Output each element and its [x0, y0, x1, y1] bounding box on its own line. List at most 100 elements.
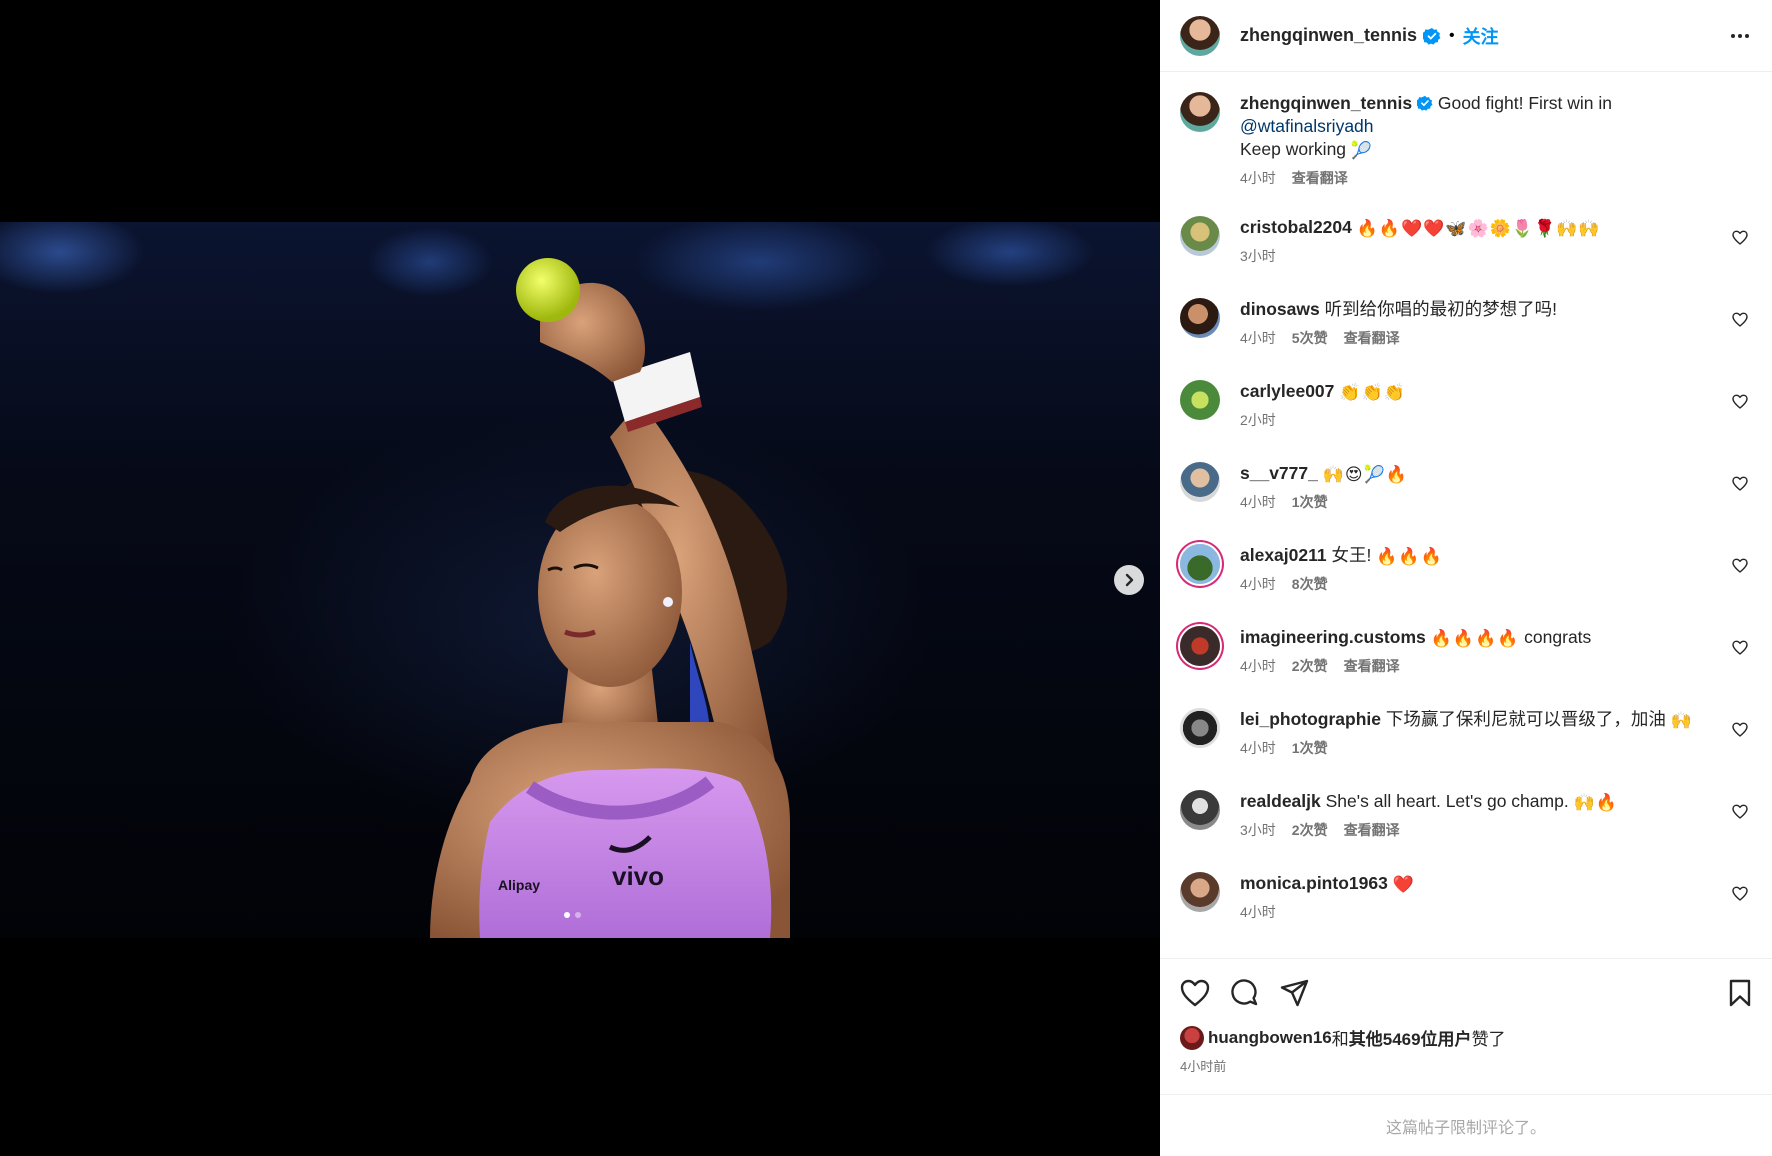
- sponsor-alipay-text: Alipay: [498, 877, 540, 893]
- comment-likes-count[interactable]: 2次赞: [1292, 819, 1328, 842]
- likes-connector: 和: [1331, 1030, 1349, 1049]
- translate-button[interactable]: 查看翻译: [1292, 167, 1348, 190]
- like-icon[interactable]: [1180, 979, 1210, 1007]
- carousel-dot: [575, 912, 581, 918]
- likes-suffix: 赞了: [1471, 1030, 1506, 1049]
- comment-row: alexaj0211 女王! 🔥🔥🔥 4小时 8次赞: [1180, 544, 1752, 600]
- comment-emoji: 🙌😍🎾🔥: [1322, 465, 1408, 484]
- comment-time: 3小时: [1240, 248, 1276, 264]
- comment-time: 3小时: [1240, 822, 1276, 838]
- carousel-indicator: [564, 912, 581, 918]
- sponsor-vivo-text: vivo: [612, 861, 664, 891]
- comment-like-icon[interactable]: [1732, 640, 1748, 661]
- comment-emoji: 🔥🔥🔥: [1376, 547, 1443, 566]
- commenter-username[interactable]: cristobal2204: [1240, 217, 1352, 237]
- tennis-player-illustration: vivo Alipay: [430, 258, 790, 938]
- post-actions: huangbowen16 和 其他5469位用户 赞了 4小时前: [1160, 958, 1772, 1094]
- comment-like-icon[interactable]: [1732, 312, 1748, 333]
- comment-like-icon[interactable]: [1732, 886, 1748, 907]
- commenter-username[interactable]: lei_photographie: [1240, 709, 1381, 729]
- commenter-username[interactable]: alexaj0211: [1240, 545, 1327, 565]
- comment-like-icon[interactable]: [1732, 804, 1748, 825]
- comment-likes-count[interactable]: 1次赞: [1292, 737, 1328, 760]
- comment-text: 下场赢了保利尼就可以晋级了，加油: [1385, 709, 1666, 729]
- caption-text: Good fight! First win in: [1437, 93, 1612, 113]
- comment-text: 女王!: [1331, 545, 1372, 565]
- comment-text-after: congrats: [1524, 627, 1592, 647]
- likes-summary: huangbowen16 和 其他5469位用户 赞了: [1180, 1025, 1752, 1050]
- follow-button[interactable]: 关注: [1463, 23, 1499, 49]
- comment-icon[interactable]: [1230, 978, 1260, 1008]
- commenter-avatar[interactable]: [1180, 872, 1220, 912]
- caption-mention-link[interactable]: @wtafinalsriyadh: [1240, 116, 1374, 136]
- commenter-username[interactable]: realdealjk: [1240, 791, 1321, 811]
- save-bookmark-icon[interactable]: [1728, 979, 1752, 1007]
- post-header: zhengqinwen_tennis • 关注: [1160, 0, 1772, 72]
- comment-time: 4小时: [1240, 904, 1276, 920]
- commenter-avatar[interactable]: [1180, 298, 1220, 338]
- likes-others-link[interactable]: 其他5469位用户: [1349, 1025, 1472, 1050]
- author-avatar[interactable]: [1180, 15, 1220, 56]
- commenter-avatar[interactable]: [1180, 790, 1220, 830]
- header-separator: •: [1449, 26, 1455, 44]
- comment-text: 听到给你唱的最初的梦想了吗!: [1324, 299, 1557, 319]
- comment-likes-count[interactable]: 1次赞: [1292, 491, 1328, 514]
- comment-emoji: ❤️: [1392, 875, 1415, 894]
- author-avatar-small[interactable]: [1180, 92, 1220, 132]
- comment-time: 4小时: [1240, 740, 1276, 756]
- caption-username[interactable]: zhengqinwen_tennis: [1240, 93, 1412, 113]
- commenter-username[interactable]: monica.pinto1963: [1240, 873, 1388, 893]
- comment-like-icon[interactable]: [1732, 476, 1748, 497]
- commenter-avatar[interactable]: [1180, 216, 1220, 256]
- comment-row: s__v777_ 🙌😍🎾🔥 4小时 1次赞: [1180, 462, 1752, 518]
- post-timestamp[interactable]: 4小时前: [1180, 1056, 1752, 1075]
- next-slide-button[interactable]: [1114, 565, 1144, 595]
- translate-button[interactable]: 查看翻译: [1344, 655, 1400, 678]
- comment-emoji: 🔥🔥❤️❤️🦋🌸🌼🌷🌹🙌🙌: [1356, 219, 1601, 238]
- comment-row: carlylee007 👏👏👏 2小时: [1180, 380, 1752, 436]
- comment-like-icon[interactable]: [1732, 722, 1748, 743]
- comment-likes-count[interactable]: 2次赞: [1292, 655, 1328, 678]
- commenter-avatar[interactable]: [1180, 708, 1220, 748]
- liker-username[interactable]: huangbowen16: [1208, 1028, 1332, 1048]
- post-photo[interactable]: vivo Alipay: [0, 222, 1160, 938]
- post-side-panel: zhengqinwen_tennis • 关注 zhengqinwen_tenn…: [1160, 0, 1772, 1156]
- translate-button[interactable]: 查看翻译: [1344, 819, 1400, 842]
- comment-row: cristobal2204 🔥🔥❤️❤️🦋🌸🌼🌷🌹🙌🙌 3小时: [1180, 216, 1752, 272]
- comment-like-icon[interactable]: [1732, 230, 1748, 251]
- caption-time: 4小时: [1240, 170, 1276, 186]
- commenter-avatar[interactable]: [1180, 462, 1220, 502]
- liker-avatar[interactable]: [1180, 1025, 1204, 1050]
- comments-restricted-notice: 这篇帖子限制评论了。: [1160, 1094, 1772, 1156]
- more-options-icon[interactable]: [1728, 24, 1752, 48]
- commenter-avatar[interactable]: [1180, 380, 1220, 420]
- comment-likes-count[interactable]: 5次赞: [1292, 327, 1328, 350]
- author-username[interactable]: zhengqinwen_tennis: [1240, 25, 1417, 46]
- comment-emoji: 🙌: [1670, 711, 1693, 730]
- comment-row: dinosaws 听到给你唱的最初的梦想了吗! 4小时 5次赞 查看翻译: [1180, 298, 1752, 354]
- comment-time: 4小时: [1240, 576, 1276, 592]
- commenter-username[interactable]: dinosaws: [1240, 299, 1320, 319]
- comment-time: 2小时: [1240, 412, 1276, 428]
- caption-text-line2: Keep working: [1240, 139, 1347, 159]
- tennis-ball: [516, 258, 580, 322]
- comment-time: 4小时: [1240, 494, 1276, 510]
- comment-like-icon[interactable]: [1732, 394, 1748, 415]
- comment-like-icon[interactable]: [1732, 558, 1748, 579]
- verified-badge-icon: [1423, 27, 1441, 45]
- commenter-username[interactable]: s__v777_: [1240, 463, 1318, 483]
- commenter-username[interactable]: imagineering.customs: [1240, 627, 1426, 647]
- comments-list[interactable]: zhengqinwen_tennis Good fight! First win…: [1160, 72, 1772, 958]
- comment-time: 4小时: [1240, 658, 1276, 674]
- commenter-username[interactable]: carlylee007: [1240, 381, 1334, 401]
- post-caption: zhengqinwen_tennis Good fight! First win…: [1180, 92, 1752, 190]
- comment-time: 4小时: [1240, 330, 1276, 346]
- tennis-emoji: 🎾: [1350, 141, 1374, 160]
- comment-likes-count[interactable]: 8次赞: [1292, 573, 1328, 596]
- comment-row: monica.pinto1963 ❤️ 4小时: [1180, 872, 1752, 928]
- commenter-avatar[interactable]: [1180, 626, 1220, 666]
- translate-button[interactable]: 查看翻译: [1344, 327, 1400, 350]
- comment-emoji: 👏👏👏: [1339, 383, 1406, 402]
- share-icon[interactable]: [1280, 979, 1310, 1007]
- commenter-avatar[interactable]: [1180, 544, 1220, 584]
